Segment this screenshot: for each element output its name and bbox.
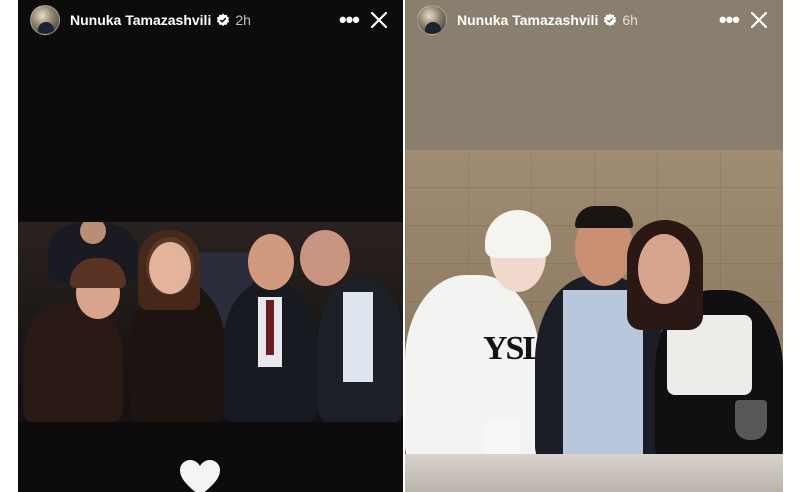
- username[interactable]: Nunuka Tamazashvili: [70, 12, 211, 28]
- story-panel-right[interactable]: Nunuka Tamazashvili 6h ••• YSL: [405, 0, 783, 492]
- person-blond-man: [405, 275, 540, 465]
- face: [149, 242, 191, 294]
- story-photo-right: YSL: [405, 150, 783, 492]
- verified-badge-icon: [217, 13, 230, 26]
- heart-icon[interactable]: [178, 458, 222, 492]
- avatar[interactable]: [417, 5, 447, 35]
- person-head: [638, 234, 690, 304]
- story-header: Nunuka Tamazashvili 2h: [18, 0, 403, 40]
- username[interactable]: Nunuka Tamazashvili: [457, 12, 598, 28]
- verified-badge-icon: [604, 13, 617, 26]
- hair: [485, 210, 551, 258]
- wine-glass: [735, 400, 767, 440]
- story-photo-left: [18, 222, 403, 422]
- person-head: [300, 230, 350, 286]
- person-woman-left: [23, 302, 123, 422]
- post-time: 6h: [622, 12, 638, 28]
- person-head: [248, 234, 294, 290]
- table: [405, 454, 783, 492]
- shirt: [343, 292, 373, 382]
- story-header: Nunuka Tamazashvili 6h: [405, 0, 783, 40]
- avatar[interactable]: [30, 5, 60, 35]
- story-panel-left[interactable]: Nunuka Tamazashvili 2h •••: [18, 0, 403, 492]
- hair: [575, 206, 633, 228]
- tie: [266, 300, 274, 355]
- post-time: 2h: [235, 12, 251, 28]
